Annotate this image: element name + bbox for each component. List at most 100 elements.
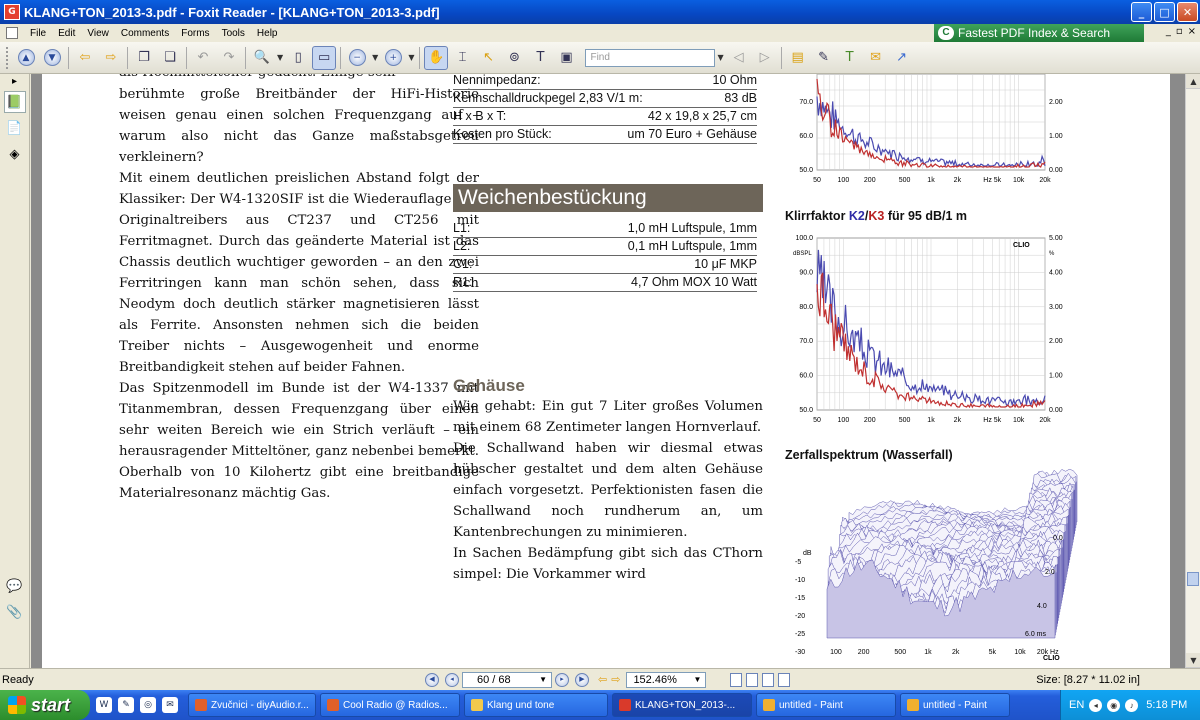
taskbar-item-paint-2[interactable]: untitled - Paint (900, 693, 1010, 717)
folder-icon[interactable]: ▤ (786, 46, 810, 70)
undo-icon[interactable]: ↶ (191, 46, 215, 70)
arrow-tool-icon[interactable]: ↗ (890, 46, 914, 70)
tray-arrow-icon[interactable]: ◂ (1089, 698, 1103, 712)
fit-width-icon[interactable]: ▭ (312, 45, 337, 70)
layers-icon[interactable]: ◈ (4, 143, 26, 165)
find-input[interactable]: Find (585, 48, 716, 67)
foxit-app-icon[interactable]: G (4, 4, 20, 20)
start-button[interactable]: start (0, 690, 90, 720)
taskbar-item-folder[interactable]: Klang und tone (464, 693, 608, 717)
taskbar-item-diyaudio[interactable]: Zvučnici - diyAudio.r... (188, 693, 316, 717)
document-icon[interactable] (6, 27, 18, 39)
copy-pages-icon[interactable]: ❐ (132, 46, 156, 70)
expand-panel-icon[interactable]: ▸ (0, 76, 29, 87)
comments-icon[interactable]: 💬 (4, 575, 26, 597)
maximize-button[interactable]: □ (1154, 2, 1175, 22)
scrollbar-thumb[interactable] (1187, 572, 1199, 586)
mdi-restore-button[interactable]: ▫ (1176, 26, 1183, 37)
prev-page-icon[interactable]: ◂ (445, 672, 459, 687)
fit-page-icon[interactable]: ▯ (286, 46, 310, 70)
mdi-minimize-button[interactable]: _ (1166, 26, 1171, 37)
language-indicator[interactable]: EN (1069, 699, 1084, 711)
scroll-down-icon[interactable]: ▼ (1186, 653, 1200, 668)
chevron-down-icon[interactable]: ▼ (694, 673, 702, 687)
forward-arrow-icon[interactable]: ⇨ (611, 673, 620, 686)
arrow-up-circle-icon[interactable]: ▲ (14, 46, 38, 70)
y-tick-label: 60.0 (799, 373, 813, 380)
zoom-input[interactable]: 152.46% ▼ (626, 671, 707, 688)
facing-page-icon[interactable] (762, 672, 775, 687)
clock[interactable]: 5:18 PM (1146, 699, 1187, 711)
quick-launch-icon[interactable]: ✉ (162, 697, 178, 713)
chevron-down-icon[interactable]: ▼ (277, 53, 283, 62)
chevron-down-icon[interactable]: ▼ (372, 53, 378, 62)
spec-label: H x B x T: (453, 109, 507, 123)
single-page-icon[interactable] (730, 672, 743, 687)
menu-edit[interactable]: Edit (52, 28, 81, 39)
zoom-in-icon[interactable]: 🔍 (250, 46, 274, 70)
typewriter-icon[interactable]: T (528, 46, 552, 70)
select-pointer-icon[interactable]: ↖ (476, 46, 500, 70)
search-next-icon[interactable]: ▷ (753, 46, 777, 70)
chrome-icon[interactable]: ◎ (140, 697, 156, 713)
ad-banner-text: Fastest PDF Index & Search (958, 26, 1111, 40)
chevron-down-icon[interactable]: ▼ (408, 53, 414, 62)
last-page-icon[interactable]: ▶ (575, 672, 589, 687)
menu-file[interactable]: File (24, 28, 52, 39)
wordpress-icon[interactable]: W (96, 697, 112, 713)
minimize-button[interactable]: _ (1131, 2, 1152, 22)
pages-icon[interactable]: 📄 (4, 117, 26, 139)
volume-icon[interactable]: ♪ (1125, 698, 1139, 712)
spec-value: 83 dB (724, 91, 757, 105)
binoculars-icon[interactable]: ⊚ (502, 46, 526, 70)
back-arrow-icon[interactable]: ⇦ (598, 673, 607, 686)
next-page-icon[interactable]: ▸ (555, 672, 569, 687)
scroll-up-icon[interactable]: ▲ (1186, 74, 1200, 89)
select-text-icon[interactable]: ⌶ (450, 46, 474, 70)
toolbar-grip[interactable] (6, 46, 9, 69)
status-text: Ready (2, 673, 34, 686)
close-button[interactable]: ✕ (1177, 2, 1198, 22)
menu-forms[interactable]: Forms (175, 28, 215, 39)
taskbar-item-paint-1[interactable]: untitled - Paint (756, 693, 896, 717)
forward-arrow-icon[interactable]: ⇨ (99, 46, 123, 70)
taskbar-item-label: untitled - Paint (779, 699, 843, 711)
taskbar-item-coolradio[interactable]: Cool Radio @ Radios... (320, 693, 460, 717)
zoom-out-circle-icon[interactable]: − (345, 46, 369, 70)
attachments-icon[interactable]: 📎 (4, 601, 26, 623)
menu-view[interactable]: View (81, 28, 115, 39)
title-bar[interactable]: G KLANG+TON_2013-3.pdf - Foxit Reader - … (0, 0, 1200, 24)
taskbar-item-foxit[interactable]: KLANG+TON_2013-... (612, 693, 752, 717)
menu-help[interactable]: Help (251, 28, 284, 39)
continuous-page-icon[interactable] (746, 672, 759, 687)
spec-label: Kosten pro Stück: (453, 127, 552, 141)
continuous-facing-icon[interactable] (778, 672, 791, 687)
menu-tools[interactable]: Tools (216, 28, 251, 39)
pen-icon[interactable]: ✎ (812, 46, 836, 70)
paste-pages-icon[interactable]: ❏ (158, 46, 182, 70)
bookmarks-icon[interactable]: 📗 (3, 91, 26, 113)
ad-banner[interactable]: C Fastest PDF Index & Search (934, 24, 1144, 42)
back-arrow-icon[interactable]: ⇦ (73, 46, 97, 70)
first-page-icon[interactable]: ◀ (425, 672, 439, 687)
network-icon[interactable]: ◉ (1107, 698, 1121, 712)
chevron-down-icon[interactable]: ▼ (539, 673, 547, 687)
note-icon[interactable]: ✉ (864, 46, 888, 70)
hand-tool-icon[interactable]: ✋ (424, 45, 449, 70)
zoom-in-circle-icon[interactable]: + (381, 46, 405, 70)
z-axis-labels: -5 -10 -15 -20 -25 -30 (795, 559, 805, 656)
paint-brush-icon[interactable]: ✎ (118, 697, 134, 713)
snapshot-icon[interactable]: ▣ (554, 46, 578, 70)
mdi-close-button[interactable]: × (1188, 26, 1196, 37)
y-unit-label: dBSPL (793, 251, 812, 257)
page-number-input[interactable]: 60 / 68 ▼ (462, 671, 552, 688)
menu-comments[interactable]: Comments (115, 28, 175, 39)
chevron-down-icon[interactable]: ▼ (717, 53, 723, 62)
arrow-down-circle-icon[interactable]: ▼ (40, 46, 64, 70)
text-tool-icon[interactable]: T (838, 46, 862, 70)
redo-icon[interactable]: ↷ (217, 46, 241, 70)
chart-title-waterfall: Zerfallspektrum (Wasserfall) (785, 448, 953, 462)
document-area[interactable]: als Hochmitteltöner gedacht. Einige sehr… (31, 74, 1185, 668)
vertical-scrollbar[interactable]: ▲ ▼ (1185, 74, 1200, 668)
search-prev-icon[interactable]: ◁ (727, 46, 751, 70)
